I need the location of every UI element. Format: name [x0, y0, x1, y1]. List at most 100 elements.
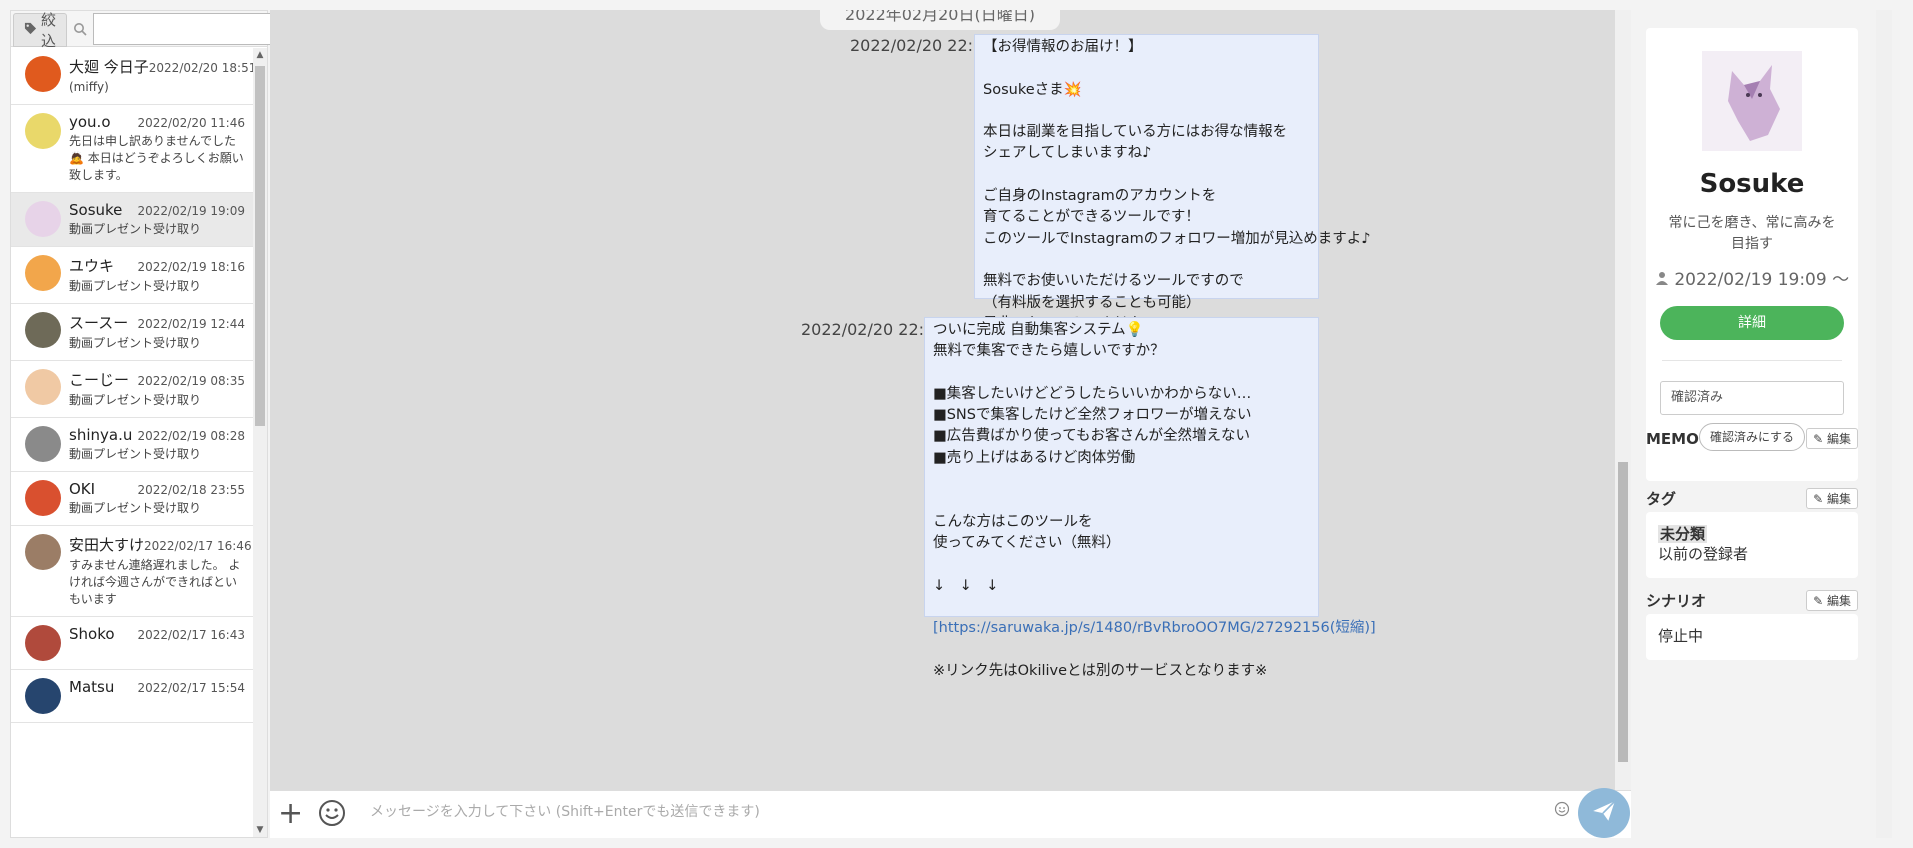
contact-item[interactable]: 安田大すけ 2022/02/17 16:46 すみません連絡遅れました。 よければ今…: [11, 526, 253, 617]
contact-snippet: 動画プレゼント受け取り: [69, 222, 202, 236]
contact-item[interactable]: Shoko 2022/02/17 16:43: [11, 617, 253, 670]
date-badge: 2022年02月20日(日曜日): [820, 10, 1060, 30]
contact-name: こーじー: [69, 371, 130, 389]
chat-scrollbar[interactable]: [1615, 10, 1631, 790]
profile-avatar: [1702, 51, 1802, 151]
contact-item[interactable]: Sosuke 2022/02/19 19:09 動画プレゼント受け取り: [11, 193, 253, 247]
emoji-icon[interactable]: [318, 799, 346, 827]
contact-time: 2022/02/19 08:28: [137, 429, 245, 443]
contact-snippet: 動画プレゼント受け取り: [69, 447, 202, 461]
avatar: [25, 312, 61, 348]
avatar: [25, 369, 61, 405]
message-line: ■集客したいけどどうしたらいいかわからない…: [933, 385, 1252, 402]
contact-item[interactable]: ユウキ 2022/02/19 18:16 動画プレゼント受け取り: [11, 247, 253, 304]
contact-item[interactable]: スースー 2022/02/19 12:44 動画プレゼント受け取り: [11, 304, 253, 361]
small-emoji-icon[interactable]: [1554, 801, 1570, 821]
tag-edit-button[interactable]: ✎ 編集: [1806, 488, 1858, 509]
profile-card: Sosuke 常に己を磨き、常に高みを目指す 2022/02/19 19:09 …: [1646, 28, 1858, 481]
search-icon[interactable]: [73, 22, 87, 36]
scroll-down-icon[interactable]: ▼: [253, 823, 267, 837]
tag-chip[interactable]: 未分類: [1658, 525, 1708, 543]
send-button[interactable]: [1578, 788, 1630, 838]
scroll-thumb[interactable]: [255, 66, 265, 426]
chat-area: 2022年02月20日(日曜日) 2022/02/20 22:16 【お得情報の…: [270, 10, 1615, 790]
message-line: [983, 165, 1310, 186]
filter-label: 絞込: [41, 10, 57, 50]
message-line: Sosukeさま💥: [983, 81, 1082, 98]
contact-item[interactable]: OKI 2022/02/18 23:55 動画プレゼント受け取り: [11, 472, 253, 526]
message-line: [983, 58, 1310, 79]
message-line: ついに完成 自動集客システム💡: [933, 322, 1144, 338]
tag-header: タグ ✎ 編集: [1646, 488, 1858, 509]
contact-snippet: すみません連絡遅れました。 よければ今週さんができればといもいます: [69, 558, 241, 606]
message-line: [933, 554, 1310, 575]
message-line: [983, 101, 1310, 122]
contact-name: Matsu: [69, 678, 115, 696]
message-link[interactable]: [https://saruwaka.jp/s/1480/rBvRbroOO7MG…: [933, 618, 1376, 639]
message-line: （有料版を選択することも可能）: [983, 294, 1201, 311]
status-field[interactable]: 確認済み: [1660, 381, 1844, 415]
filter-button[interactable]: 絞込: [13, 11, 68, 50]
profile-bio: 常に己を磨き、常に高みを目指す: [1668, 215, 1836, 252]
message-line: 使ってみてください（無料）: [933, 534, 1121, 551]
tag-title: タグ: [1646, 490, 1677, 508]
memo-header: MEMO ✎ 編集: [1646, 428, 1858, 449]
memo-card: [1646, 452, 1858, 474]
tag-card: 未分類 以前の登録者: [1646, 512, 1858, 578]
contact-name: Sosuke: [69, 201, 123, 219]
plus-icon[interactable]: +: [278, 799, 303, 829]
message-line: 無料で集客できたら嬉しいですか？: [933, 343, 1165, 360]
contact-time: 2022/02/17 16:43: [137, 628, 245, 642]
contact-name: shinya.u: [69, 426, 133, 444]
contact-item[interactable]: こーじー 2022/02/19 08:35 動画プレゼント受け取り: [11, 361, 253, 418]
contact-body: スースー 2022/02/19 12:44 動画プレゼント受け取り: [69, 312, 245, 352]
contact-snippet: 動画プレゼント受け取り: [69, 279, 202, 293]
contact-time: 2022/02/19 08:35: [137, 374, 245, 388]
message-time: 2022/02/20 22:16: [850, 36, 994, 55]
memo-edit-button[interactable]: ✎ 編集: [1806, 428, 1858, 449]
contact-item[interactable]: 大廻 今日子 2022/02/20 18:51 (miffy): [11, 48, 253, 105]
chat-scroll-thumb[interactable]: [1618, 462, 1628, 762]
contact-item[interactable]: Matsu 2022/02/17 15:54: [11, 670, 253, 723]
profile-scrollbar[interactable]: [1876, 10, 1892, 838]
contact-body: you.o 2022/02/20 11:46 先日は申し訳ありませんでした🙇 本日は…: [69, 113, 245, 184]
scenario-header: シナリオ ✎ 編集: [1646, 590, 1858, 611]
contact-name: 大廻 今日子: [69, 58, 149, 76]
detail-button[interactable]: 詳細: [1660, 306, 1844, 340]
contact-time: 2022/02/17 16:46: [144, 539, 252, 553]
contact-time: 2022/02/20 18:51: [148, 61, 253, 75]
avatar: [25, 480, 61, 516]
tag-text: 以前の登録者: [1658, 545, 1749, 563]
scenario-edit-button[interactable]: ✎ 編集: [1806, 590, 1858, 611]
contact-snippet: 先日は申し訳ありませんでした🙇 本日はどうぞよろしくお願い致します。: [69, 134, 244, 182]
scroll-up-icon[interactable]: ▲: [253, 48, 267, 62]
avatar: [25, 255, 61, 291]
message-line: こんな方はこのツールを: [933, 513, 1093, 530]
contact-body: Sosuke 2022/02/19 19:09 動画プレゼント受け取り: [69, 201, 245, 238]
contact-item[interactable]: shinya.u 2022/02/19 08:28 動画プレゼント受け取り: [11, 418, 253, 472]
contact-snippet: 動画プレゼント受け取り: [69, 336, 202, 350]
composer: + メッセージを入力して下さい (Shift+Enterでも送信できます): [270, 790, 1631, 838]
message-line: ご自身のInstagramのアカウントを: [983, 188, 1217, 205]
contact-panel: 絞込 大廻 今日子 2022/02/20 18:51 (miffy) you.o 202…: [10, 10, 273, 838]
contact-time: 2022/02/20 11:46: [137, 116, 245, 130]
filter-bar: 絞込: [11, 11, 273, 50]
message-bubble[interactable]: ついに完成 自動集客システム💡 無料で集客できたら嬉しいですか？ ■集客したいけどど…: [924, 317, 1376, 679]
contact-snippet: 動画プレゼント受け取り: [69, 393, 202, 407]
message-line: [933, 597, 1310, 618]
profile-name: Sosuke: [1699, 169, 1805, 199]
message-line: [933, 639, 1310, 660]
message-bubble[interactable]: 【お得情報のお届け！】 Sosukeさま💥 本日は副業を目指している方にはお得な情報…: [974, 34, 1371, 353]
message-time: 2022/02/20 22:16: [801, 320, 945, 339]
message-line: [933, 490, 1310, 511]
message-line: ■SNSで集客したけど全然フォロワーが増えない: [933, 407, 1252, 424]
contact-item[interactable]: you.o 2022/02/20 11:46 先日は申し訳ありませんでした🙇 本日は…: [11, 105, 253, 193]
contact-list-scrollbar[interactable]: ▲ ▼: [253, 48, 267, 837]
contact-name: スースー: [69, 314, 129, 332]
message-line: ※リンク先はOkiliveとは別のサービスとなります※: [933, 662, 1268, 679]
search-input[interactable]: [93, 12, 273, 45]
divider: [1662, 360, 1842, 361]
avatar: [25, 625, 61, 661]
contact-body: 安田大すけ 2022/02/17 16:46 すみません連絡遅れました。 よければ今…: [69, 534, 252, 608]
contact-body: Matsu 2022/02/17 15:54: [69, 678, 245, 714]
